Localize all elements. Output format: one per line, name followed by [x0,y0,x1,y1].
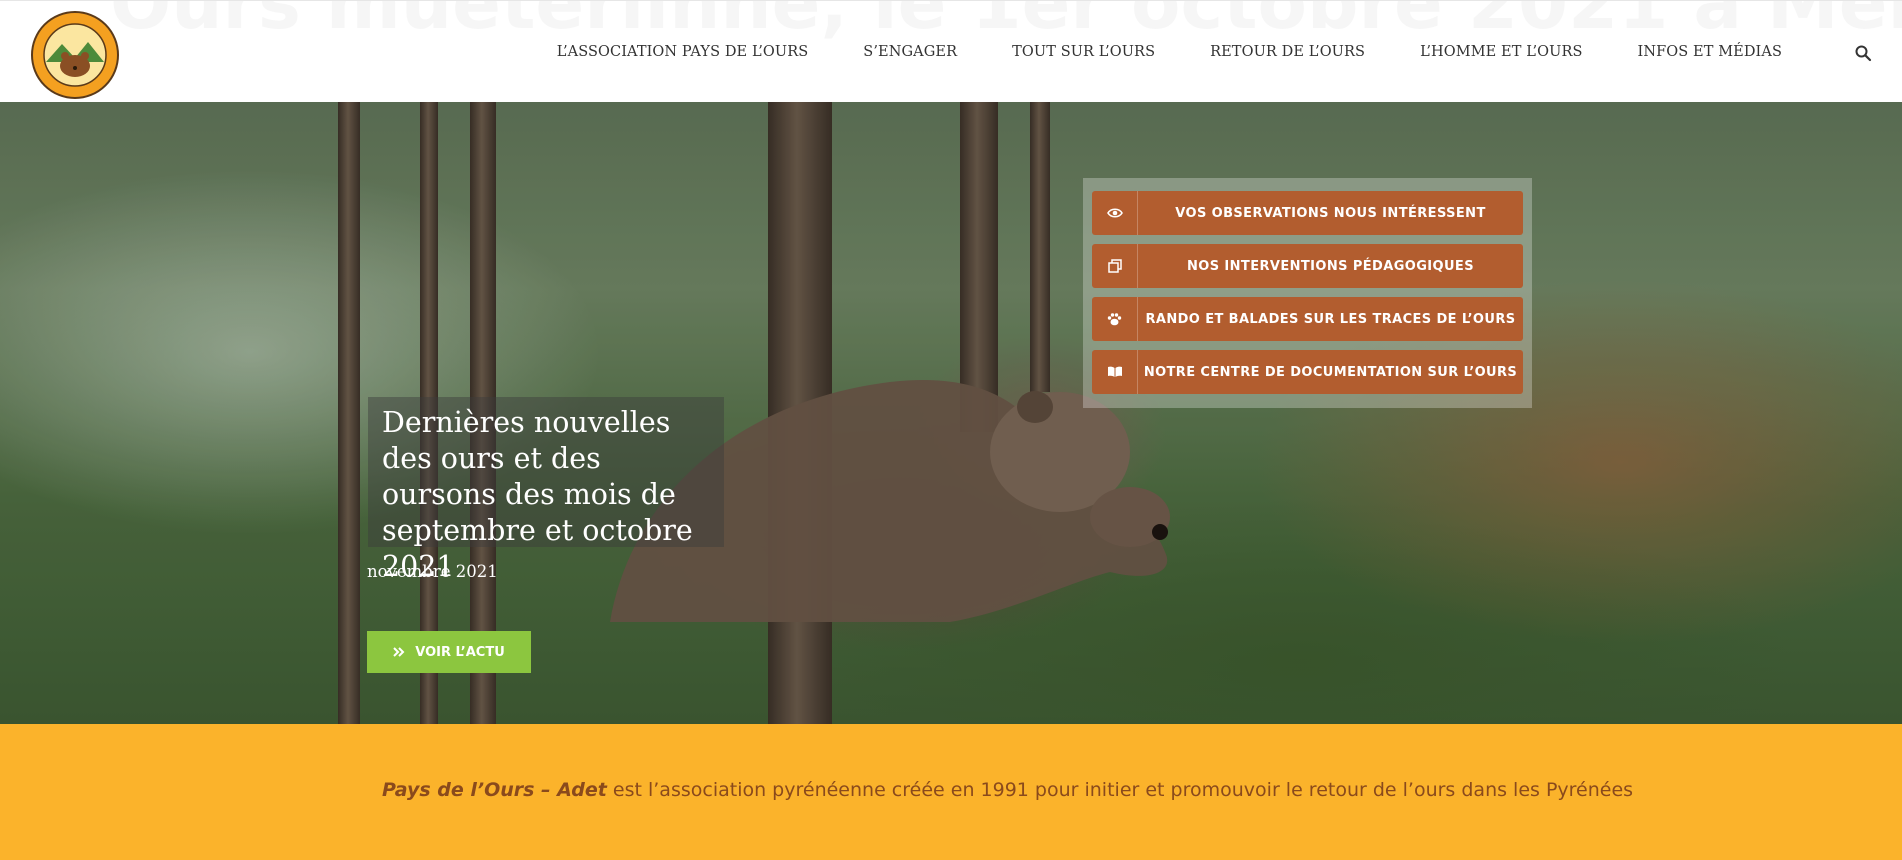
cta-panel: VOS OBSERVATIONS NOUS INTÉRESSENT NOS IN… [1083,178,1532,408]
cta-rando-label: RANDO ET BALADES SUR LES TRACES DE L’OUR… [1145,311,1516,327]
cta-rando-button[interactable]: RANDO ET BALADES SUR LES TRACES DE L’OUR… [1092,297,1523,341]
intro-emphasis: Pays de l’Ours – Adet [382,779,607,801]
intro-text: Pays de l’Ours – Adet est l’association … [382,779,1633,801]
nav-l-homme-et-l-ours[interactable]: L’HOMME ET L’OURS [1420,44,1582,60]
cta-interventions-label: NOS INTERVENTIONS PÉDAGOGIQUES [1187,258,1474,274]
news-title[interactable]: Dernières nouvelles des ours et des ours… [382,405,710,585]
book-icon [1092,350,1138,394]
association-logo[interactable] [30,10,120,100]
voir-actu-label: VOIR L’ACTU [415,644,505,660]
cta-observations-label: VOS OBSERVATIONS NOUS INTÉRESSENT [1175,205,1486,221]
nav-tout-sur-l-ours[interactable]: TOUT SUR L’OURS [1012,44,1155,60]
eye-icon [1092,191,1138,235]
double-chevron-right-icon [393,647,405,657]
nav-infos-et-medias[interactable]: INFOS ET MÉDIAS [1638,44,1782,60]
hero-slider: Dernières nouvelles des ours et des ours… [0,102,1902,724]
voir-actu-button[interactable]: VOIR L’ACTU [367,631,531,673]
nav-s-engager[interactable]: S’ENGAGER [863,44,957,60]
search-icon[interactable] [1854,44,1872,62]
nav-association[interactable]: L’ASSOCIATION PAYS DE L’OURS [557,44,809,60]
cta-interventions-button[interactable]: NOS INTERVENTIONS PÉDAGOGIQUES [1092,244,1523,288]
cta-documentation-button[interactable]: NOTRE CENTRE DE DOCUMENTATION SUR L’OURS [1092,350,1523,394]
intro-body: est l’association pyrénéenne créée en 19… [606,779,1634,801]
news-date: novembre 2021 [367,562,498,581]
nav-retour-de-l-ours[interactable]: RETOUR DE L’OURS [1210,44,1365,60]
main-nav: L’ASSOCIATION PAYS DE L’OURS S’ENGAGER T… [502,1,1902,102]
news-title-box: Dernières nouvelles des ours et des ours… [368,397,724,583]
intro-band: Pays de l’Ours – Adet est l’association … [0,724,1902,860]
paw-icon [1092,297,1138,341]
hero-overlay [0,102,1902,724]
copy-icon [1092,244,1138,288]
cta-observations-button[interactable]: VOS OBSERVATIONS NOUS INTÉRESSENT [1092,191,1523,235]
cta-documentation-label: NOTRE CENTRE DE DOCUMENTATION SUR L’OURS [1143,364,1518,380]
site-header: Ours mueterlinne, le 1er octobre 2021 à … [0,0,1902,102]
